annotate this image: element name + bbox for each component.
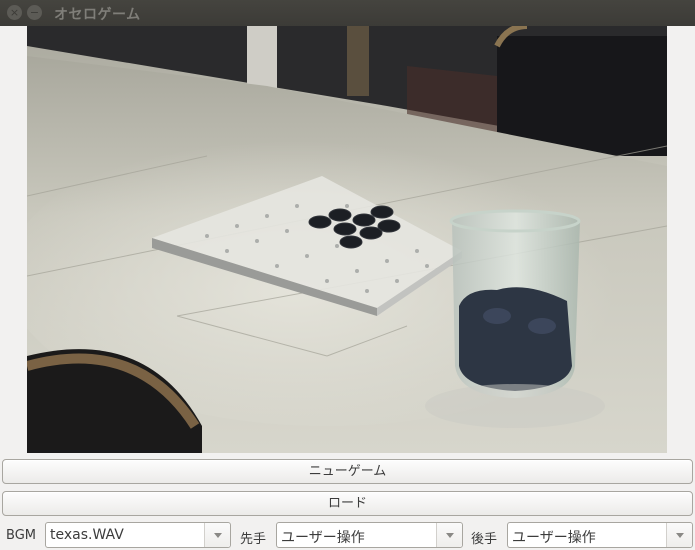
bgm-label: BGM [6, 528, 36, 543]
chevron-down-icon[interactable] [436, 523, 462, 547]
photo-illustration [27, 26, 667, 453]
second-player-select-value: ユーザー操作 [512, 530, 596, 546]
second-player-select[interactable]: ユーザー操作 [507, 522, 693, 548]
first-player-label: 先手 [240, 532, 267, 547]
close-icon[interactable]: × [7, 5, 22, 20]
window-title: オセロゲーム [54, 7, 141, 23]
first-player-select-value: ユーザー操作 [281, 530, 365, 546]
chevron-down-icon[interactable] [204, 523, 230, 547]
second-player-label: 後手 [471, 532, 498, 547]
othello-photo [27, 26, 667, 453]
load-button[interactable]: ロード [2, 491, 693, 516]
title-bar: × − オセロゲーム [0, 0, 695, 26]
bgm-select-value: texas.WAV [50, 527, 124, 543]
bgm-select[interactable]: texas.WAV [45, 522, 231, 548]
new-game-button[interactable]: ニューゲーム [2, 459, 693, 484]
chevron-down-icon[interactable] [666, 523, 692, 547]
first-player-select[interactable]: ユーザー操作 [276, 522, 463, 548]
minimize-icon[interactable]: − [27, 5, 42, 20]
